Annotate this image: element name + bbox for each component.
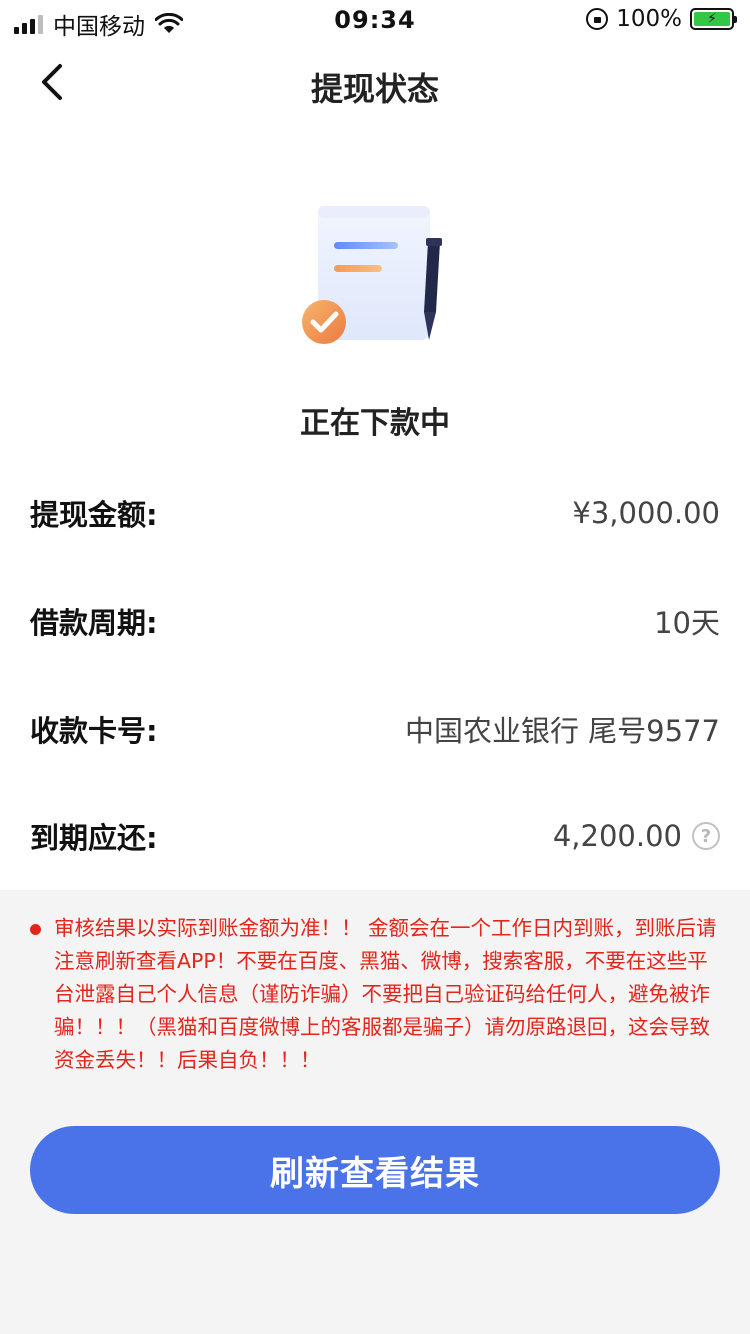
status-right: 100% ⚡ — [586, 6, 737, 32]
due-amount-label: 到期应还: — [30, 821, 158, 855]
loan-period-value: 10天 — [654, 606, 720, 640]
due-amount-value: 4,200.00 ? — [553, 819, 720, 853]
battery-icon: ⚡ — [690, 8, 737, 30]
row-due-amount: 到期应还: 4,200.00 ? — [30, 806, 720, 866]
notice-block: 审核结果以实际到账金额为准！！ 金额会在一个工作日内到账，到账后请注意刷新查看A… — [30, 912, 720, 1077]
refresh-result-button[interactable]: 刷新查看结果 — [30, 1126, 720, 1214]
loan-period-label: 借款周期: — [30, 606, 158, 640]
withdraw-amount-value: ¥3,000.00 — [572, 496, 720, 530]
nav-bar: 提现状态 — [0, 40, 750, 128]
row-withdraw-amount: 提现金额: ¥3,000.00 — [30, 483, 720, 543]
rotation-lock-icon — [586, 8, 609, 30]
row-loan-period: 借款周期: 10天 — [30, 591, 720, 651]
status-bar: 中国移动 09:34 100% ⚡ — [0, 0, 750, 40]
document-check-illustration — [302, 206, 442, 344]
help-icon[interactable]: ? — [692, 822, 720, 850]
withdraw-amount-label: 提现金额: — [30, 498, 158, 532]
card-number-label: 收款卡号: — [30, 714, 158, 748]
notice-text: 审核结果以实际到账金额为准！！ 金额会在一个工作日内到账，到账后请注意刷新查看A… — [54, 916, 717, 1072]
withdraw-status: 正在下款中 — [300, 406, 450, 441]
notice-bullet-icon — [30, 924, 41, 935]
row-card-number: 收款卡号: 中国农业银行 尾号9577 — [30, 699, 720, 759]
battery-percent: 100% — [616, 6, 682, 32]
card-number-value: 中国农业银行 尾号9577 — [404, 714, 720, 748]
page-title: 提现状态 — [310, 70, 439, 108]
